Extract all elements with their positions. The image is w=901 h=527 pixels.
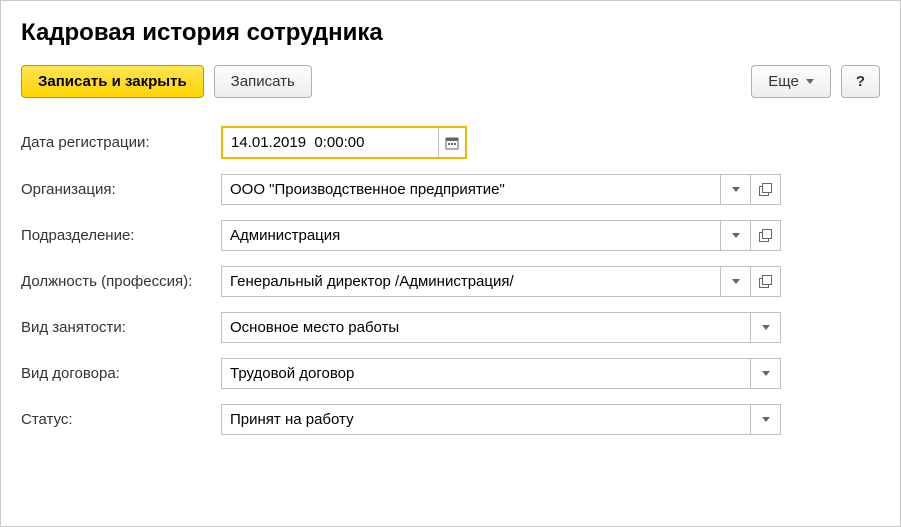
save-and-close-button[interactable]: Записать и закрыть (21, 65, 204, 98)
contract-type-dropdown-button[interactable] (751, 358, 781, 389)
open-icon (759, 183, 772, 196)
employment-type-label: Вид занятости: (21, 319, 221, 336)
save-and-close-label: Записать и закрыть (38, 73, 187, 90)
toolbar: Записать и закрыть Записать Еще ? (21, 65, 880, 98)
page-title: Кадровая история сотрудника (21, 19, 880, 47)
help-label: ? (856, 73, 865, 90)
department-label: Подразделение: (21, 227, 221, 244)
save-button[interactable]: Записать (214, 65, 312, 98)
chevron-down-icon (732, 279, 740, 284)
position-label: Должность (профессия): (21, 273, 221, 290)
position-open-button[interactable] (751, 266, 781, 297)
more-label: Еще (768, 73, 799, 90)
organization-dropdown-button[interactable] (721, 174, 751, 205)
reg-date-input[interactable] (223, 128, 438, 157)
position-input[interactable] (221, 266, 721, 297)
department-open-button[interactable] (751, 220, 781, 251)
chevron-down-icon (762, 417, 770, 422)
chevron-down-icon (762, 371, 770, 376)
calendar-button[interactable] (438, 128, 465, 157)
open-icon (759, 229, 772, 242)
help-button[interactable]: ? (841, 65, 880, 98)
open-icon (759, 275, 772, 288)
chevron-down-icon (732, 187, 740, 192)
contract-type-input[interactable] (221, 358, 751, 389)
organization-label: Организация: (21, 181, 221, 198)
chevron-down-icon (762, 325, 770, 330)
organization-open-button[interactable] (751, 174, 781, 205)
form-window: Кадровая история сотрудника Записать и з… (0, 0, 901, 527)
reg-date-group (221, 126, 467, 159)
calendar-icon (445, 136, 459, 150)
status-label: Статус: (21, 411, 221, 428)
position-dropdown-button[interactable] (721, 266, 751, 297)
organization-input[interactable] (221, 174, 721, 205)
chevron-down-icon (732, 233, 740, 238)
more-button[interactable]: Еще (751, 65, 831, 98)
status-input[interactable] (221, 404, 751, 435)
department-dropdown-button[interactable] (721, 220, 751, 251)
employment-type-dropdown-button[interactable] (751, 312, 781, 343)
employment-type-input[interactable] (221, 312, 751, 343)
contract-type-label: Вид договора: (21, 365, 221, 382)
status-dropdown-button[interactable] (751, 404, 781, 435)
chevron-down-icon (806, 79, 814, 84)
save-label: Записать (231, 73, 295, 90)
reg-date-label: Дата регистрации: (21, 134, 221, 151)
department-input[interactable] (221, 220, 721, 251)
